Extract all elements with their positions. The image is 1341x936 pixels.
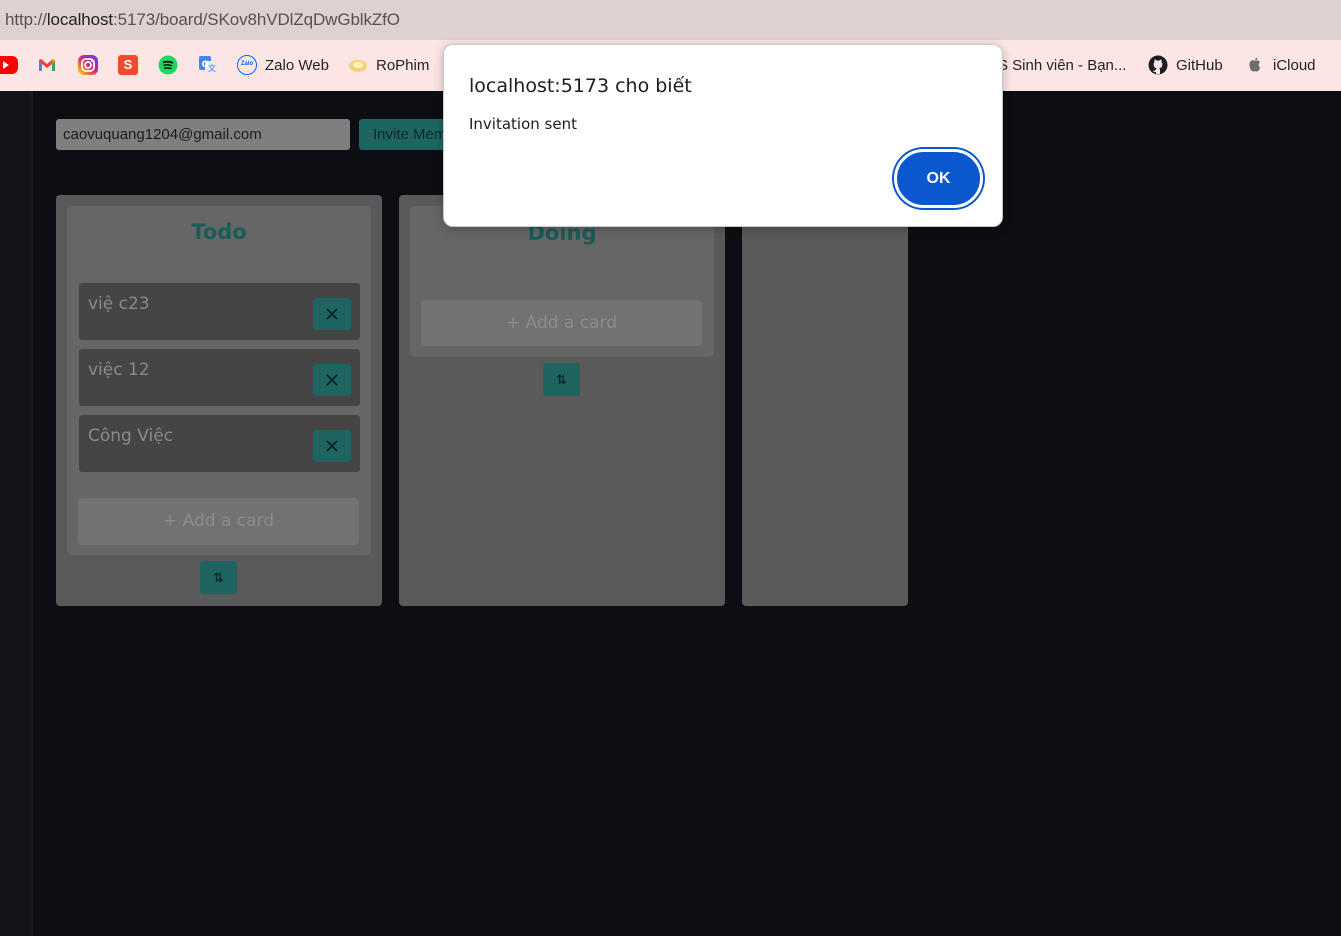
drag-handle-button[interactable]: ⇅ — [543, 363, 580, 396]
bookmark-google-translate[interactable]: G文 — [198, 53, 218, 77]
bookmark-shopee[interactable]: S — [118, 53, 138, 77]
list-doing: Doing + Add a card — [410, 206, 714, 357]
list-title[interactable]: Todo — [67, 220, 371, 244]
delete-card-button[interactable] — [313, 298, 351, 330]
spotify-icon — [158, 55, 178, 75]
board-column-empty — [742, 195, 908, 606]
task-card[interactable]: Công Việc — [79, 415, 360, 472]
card-text: việ c23 — [88, 294, 150, 314]
alert-dialog: localhost:5173 cho biết Invitation sent … — [443, 44, 1003, 227]
card-text: việc 12 — [88, 360, 150, 380]
delete-card-button[interactable] — [313, 364, 351, 396]
apple-icon — [1245, 55, 1265, 75]
left-sidebar — [0, 91, 33, 936]
bookmark-instagram[interactable] — [78, 53, 98, 77]
bookmark-rophim[interactable]: RoPhim — [348, 53, 429, 77]
zalo-icon: Zalo — [237, 55, 257, 75]
youtube-icon — [0, 56, 18, 74]
dialog-message: Invitation sent — [469, 115, 577, 133]
shopee-icon: S — [118, 55, 138, 75]
close-icon — [326, 374, 338, 386]
task-card[interactable]: việc 12 — [79, 349, 360, 406]
url-text[interactable]: http://localhost:5173/board/SKov8hVDlZqD… — [5, 10, 400, 30]
board-column: Doing + Add a card ⇅ — [399, 195, 725, 606]
dialog-title: localhost:5173 cho biết — [469, 75, 692, 97]
google-translate-icon: G文 — [198, 55, 218, 75]
bookmark-zalo[interactable]: Zalo Zalo Web — [237, 53, 329, 77]
bookmark-gmail[interactable] — [37, 53, 57, 77]
close-icon — [326, 440, 338, 452]
gmail-icon — [37, 55, 57, 75]
add-card-button[interactable]: + Add a card — [421, 300, 702, 346]
close-icon — [326, 308, 338, 320]
svg-text:文: 文 — [208, 63, 216, 73]
board-column: Todo việ c23 việc 12 Công Việc + Add a c… — [56, 195, 382, 606]
card-text: Công Việc — [88, 426, 174, 446]
task-card[interactable]: việ c23 — [79, 283, 360, 340]
bookmark-youtube[interactable] — [0, 53, 18, 77]
delete-card-button[interactable] — [313, 430, 351, 462]
browser-url-bar[interactable]: http://localhost:5173/board/SKov8hVDlZqD… — [0, 0, 1341, 40]
github-icon — [1148, 55, 1168, 75]
ok-button[interactable]: OK — [894, 149, 983, 208]
bookmark-icloud[interactable]: iCloud — [1245, 53, 1316, 77]
invite-email-input[interactable] — [56, 119, 350, 150]
instagram-icon — [78, 55, 98, 75]
list-todo: Todo việ c23 việc 12 Công Việc + Add a c… — [67, 206, 371, 555]
add-card-button[interactable]: + Add a card — [78, 498, 359, 545]
bookmark-github[interactable]: GitHub — [1148, 53, 1223, 77]
bookmark-spotify[interactable] — [158, 53, 178, 77]
bookmark-student-portal[interactable]: S Sinh viên - Bạn... — [998, 53, 1126, 77]
rophim-icon — [348, 55, 368, 75]
drag-handle-button[interactable]: ⇅ — [200, 561, 237, 594]
